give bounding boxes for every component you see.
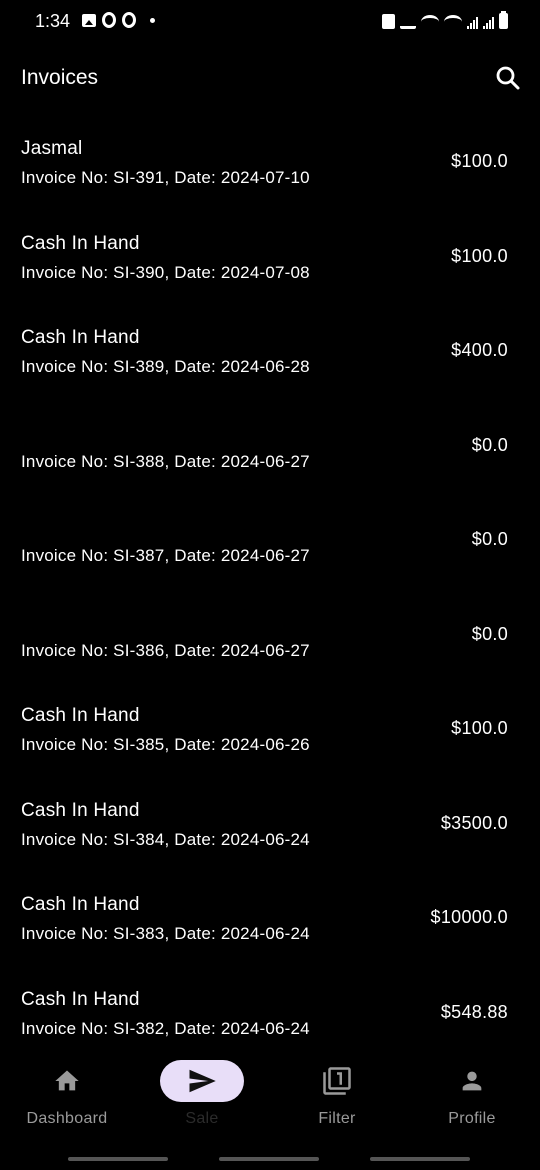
invoice-row[interactable]: Cash In Hand Invoice No: SI-383, Date: 20… [0, 870, 540, 965]
invoice-amount: $100.0 [451, 245, 508, 266]
invoice-amount: $10000.0 [430, 907, 508, 927]
invoice-amount: $548.88 [440, 1001, 508, 1022]
search-button[interactable] [494, 64, 522, 92]
page-title: Invoices [21, 66, 99, 89]
invoice-row[interactable]: Jasmal Invoice No: SI-391, Date: 2024-07-… [0, 114, 540, 209]
status-bar: 1:34 [0, 0, 540, 44]
ring-icon [122, 12, 136, 28]
home-icon [55, 1070, 79, 1091]
gesture-recents-handle[interactable] [370, 1157, 470, 1161]
invoice-meta: Invoice No: SI-383, Date: 2024-06-24 [21, 924, 310, 943]
bottom-nav: Dashboard Sale Filter Profile [0, 1052, 540, 1142]
status-right-icons [382, 11, 508, 29]
signal-icon [467, 13, 478, 29]
nav-dashboard[interactable]: Dashboard [7, 1060, 127, 1138]
ring-icon [102, 12, 116, 28]
mute-icon [400, 14, 416, 29]
invoice-meta: Invoice No: SI-390, Date: 2024-07-08 [21, 262, 310, 282]
invoice-amount: $100.0 [451, 718, 508, 738]
invoice-customer: Cash In Hand [21, 799, 140, 821]
invoice-customer: Cash In Hand [21, 988, 140, 1010]
invoice-amount: $3500.0 [440, 812, 508, 833]
invoice-meta: Invoice No: SI-382, Date: 2024-06-24 [21, 1018, 310, 1038]
invoice-customer: Cash In Hand [21, 232, 140, 254]
invoice-amount: $0.0 [471, 434, 508, 455]
invoice-customer: Cash In Hand [21, 327, 140, 348]
invoice-meta: Invoice No: SI-391, Date: 2024-07-10 [21, 168, 310, 187]
nav-filter-label: Filter [318, 1110, 356, 1127]
nav-profile-label: Profile [448, 1110, 496, 1127]
invoice-meta: Invoice No: SI-385, Date: 2024-06-26 [21, 735, 310, 754]
gesture-home-handle[interactable] [219, 1157, 319, 1161]
invoice-row[interactable]: Cash In Hand Invoice No: SI-385, Date: 20… [0, 681, 540, 776]
nav-sale-label: Sale [185, 1110, 219, 1127]
status-left-icons [82, 12, 155, 28]
nav-sale[interactable]: Sale [142, 1060, 262, 1138]
wifi-call-icon [444, 15, 462, 29]
status-time: 1:34 [35, 11, 71, 31]
invoice-customer: Cash In Hand [21, 894, 140, 915]
invoice-customer: Jasmal [21, 138, 83, 159]
battery-icon [499, 11, 508, 29]
nav-sale-pill [160, 1060, 244, 1102]
nav-profile[interactable]: Profile [412, 1060, 532, 1138]
search-icon [496, 66, 520, 90]
wifi-icon [421, 15, 439, 29]
invoice-meta: Invoice No: SI-384, Date: 2024-06-24 [21, 829, 310, 849]
invoice-amount: $400.0 [451, 340, 508, 360]
image-icon [82, 13, 96, 27]
invoice-meta: Invoice No: SI-388, Date: 2024-06-27 [21, 451, 310, 471]
invoice-amount: $100.0 [451, 151, 508, 171]
invoice-row[interactable]: Invoice No: SI-387, Date: 2024-06-27 $0.0 [0, 492, 540, 587]
invoice-meta: Invoice No: SI-387, Date: 2024-06-27 [21, 546, 310, 565]
dot-icon [150, 17, 155, 23]
nav-profile-pill [430, 1060, 514, 1102]
invoice-row[interactable]: Cash In Hand Invoice No: SI-384, Date: 20… [0, 776, 540, 871]
invoice-meta: Invoice No: SI-386, Date: 2024-06-27 [21, 640, 310, 660]
signal-icon [483, 13, 494, 29]
invoice-row[interactable]: Cash In Hand Invoice No: SI-390, Date: 20… [0, 209, 540, 304]
nav-dashboard-pill [25, 1060, 109, 1102]
invoice-row[interactable]: Cash In Hand Invoice No: SI-382, Date: 20… [0, 965, 540, 1060]
invoice-row[interactable]: Invoice No: SI-386, Date: 2024-06-27 $0.0 [0, 587, 540, 682]
invoice-customer: Cash In Hand [21, 705, 140, 726]
alarm-icon [382, 14, 395, 29]
nav-filter-pill [295, 1060, 379, 1102]
gesture-back-handle[interactable] [68, 1157, 168, 1161]
nav-filter[interactable]: Filter [277, 1060, 397, 1138]
person-icon [462, 1071, 482, 1091]
nav-dashboard-label: Dashboard [26, 1110, 108, 1127]
app-bar: Invoices [0, 50, 540, 106]
invoice-row[interactable]: Cash In Hand Invoice No: SI-389, Date: 20… [0, 303, 540, 398]
filter-icon [323, 1067, 351, 1095]
invoice-list: Jasmal Invoice No: SI-391, Date: 2024-07-… [0, 114, 540, 1059]
send-icon [189, 1069, 216, 1093]
invoice-meta: Invoice No: SI-389, Date: 2024-06-28 [21, 357, 310, 376]
gesture-bar [0, 1157, 540, 1163]
invoice-amount: $0.0 [471, 529, 508, 549]
invoice-row[interactable]: Invoice No: SI-388, Date: 2024-06-27 $0.0 [0, 398, 540, 493]
invoice-amount: $0.0 [471, 623, 508, 644]
